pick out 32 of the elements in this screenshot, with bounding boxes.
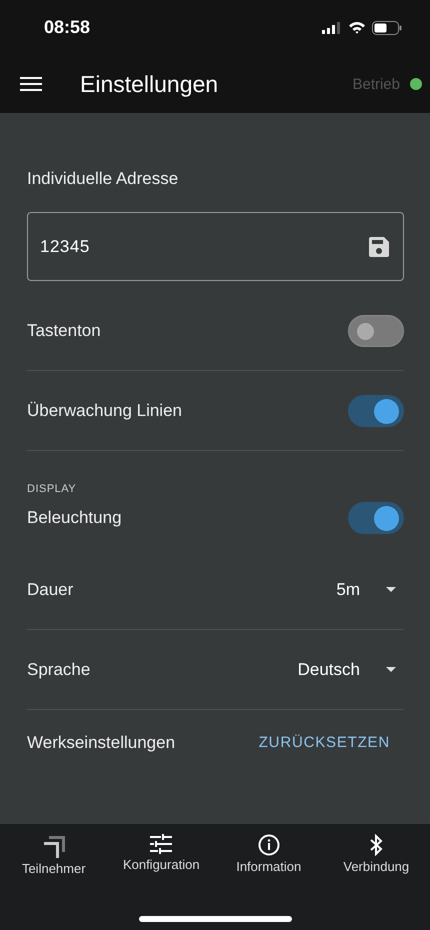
setting-label: Sprache bbox=[27, 660, 90, 680]
reset-button[interactable]: ZURÜCKSETZEN bbox=[248, 728, 404, 757]
menu-icon[interactable] bbox=[20, 76, 42, 92]
toggle-switch[interactable] bbox=[348, 502, 404, 534]
setting-label: Dauer bbox=[27, 580, 74, 600]
dropdown[interactable]: 5m bbox=[336, 580, 404, 600]
wifi-icon bbox=[348, 21, 366, 34]
toggle-switch[interactable] bbox=[348, 394, 404, 426]
signal-icon bbox=[322, 22, 342, 34]
setting-label: Werkseinstellungen bbox=[27, 732, 176, 752]
page-title: Einstellungen bbox=[80, 70, 218, 98]
dropdown[interactable]: Deutsch bbox=[298, 660, 404, 680]
setting-label: Tastenton bbox=[27, 320, 101, 340]
save-icon[interactable] bbox=[369, 236, 389, 256]
sliders-icon bbox=[150, 834, 172, 854]
field-label: Individuelle Adresse bbox=[27, 169, 180, 189]
setting-label: Beleuchtung bbox=[27, 508, 122, 528]
section-heading: DISPLAY bbox=[27, 483, 78, 495]
nav-tab[interactable]: Verbindung bbox=[322, 834, 430, 886]
nav-tab[interactable]: Information bbox=[215, 834, 322, 886]
setting-label: Überwachung Linien bbox=[27, 400, 182, 420]
caret-icon bbox=[386, 587, 396, 592]
battery-icon bbox=[372, 20, 402, 34]
info-icon bbox=[258, 834, 280, 856]
nav-tab[interactable]: Konfiguration bbox=[108, 834, 215, 886]
address-field[interactable]: 12345 bbox=[27, 212, 404, 281]
toggle-switch[interactable] bbox=[348, 314, 404, 346]
bluetooth-icon bbox=[369, 834, 384, 856]
status-time: 08:58 bbox=[44, 17, 90, 38]
caret-icon bbox=[386, 667, 396, 672]
nav-tab[interactable]: Teilnehmer bbox=[0, 834, 108, 886]
mode-label: Betrieb bbox=[352, 76, 400, 92]
